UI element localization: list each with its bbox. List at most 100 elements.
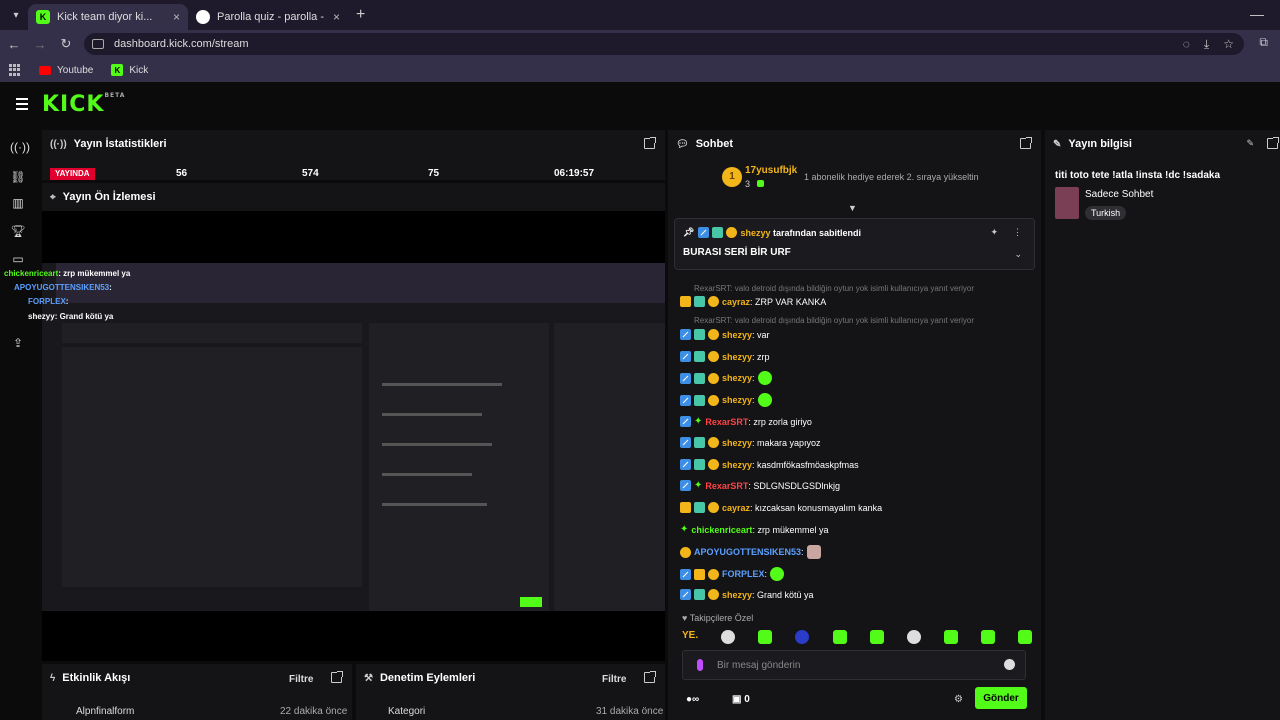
chat-username[interactable]: cayraz: [722, 297, 750, 307]
popout-icon[interactable]: [1020, 137, 1032, 149]
chat-message[interactable]: ✦ chickenriceart: zrp mükemmel ya: [680, 524, 828, 535]
more-options-icon[interactable]: ⋮: [1013, 227, 1022, 238]
chat-username[interactable]: cayraz: [722, 503, 750, 513]
chat-message[interactable]: ✦ RexarSRT: SDLGNSDLGSDlnkjg: [680, 480, 840, 491]
tab-parolla[interactable]: Parolla quiz - parolla - Kelime o ×: [188, 4, 348, 30]
kick-logo[interactable]: KICKBETA: [42, 92, 125, 117]
edit-pencil-icon[interactable]: ✎: [1246, 138, 1254, 149]
link-icon[interactable]: ⛓: [10, 170, 26, 186]
emote-icon[interactable]: [806, 545, 821, 559]
chat-username[interactable]: APOYUGOTTENSIKEN53: [694, 547, 801, 557]
emote-ye[interactable]: YE.: [682, 630, 698, 644]
popout-icon[interactable]: [644, 137, 656, 149]
collapse-chevron-icon[interactable]: ▼: [848, 203, 858, 213]
back-arrow-icon[interactable]: ←: [2, 37, 26, 52]
chat-message[interactable]: shezyy:: [680, 371, 772, 385]
chat-username[interactable]: shezyy: [722, 395, 752, 405]
chat-username[interactable]: shezyy: [722, 438, 752, 448]
emote-icon[interactable]: [980, 630, 995, 644]
popout-icon[interactable]: [331, 671, 343, 683]
minimize-button[interactable]: —: [1250, 6, 1264, 22]
chat-message[interactable]: cayraz: kızcaksan konusmayalım kanka: [680, 502, 882, 513]
chat-message[interactable]: shezyy: Grand kötü ya: [680, 589, 814, 600]
popout-icon[interactable]: [644, 671, 656, 683]
send-button[interactable]: Gönder: [975, 687, 1027, 709]
tab-search-icon[interactable]: ▾: [4, 3, 28, 27]
analytics-icon[interactable]: ▥: [10, 196, 26, 212]
chat-text: : kasdmfökasfmöaskpfmas: [752, 459, 859, 470]
tv-icon[interactable]: ▭: [10, 252, 26, 268]
chat-message[interactable]: APOYUGOTTENSIKEN53:: [680, 545, 821, 559]
preview-info: [554, 323, 665, 611]
emote-icon[interactable]: [757, 371, 772, 385]
download-icon[interactable]: ⤓: [1204, 37, 1209, 52]
hamburger-menu-icon[interactable]: [16, 98, 28, 113]
url-field[interactable]: dashboard.kick.com/stream ◌ ⤓ ☆: [84, 33, 1244, 55]
emote-icon[interactable]: [758, 630, 773, 644]
unpin-icon[interactable]: ✦: [990, 227, 998, 238]
chat-username[interactable]: RexarSRT: [705, 417, 748, 427]
bookmark-kick[interactable]: K Kick: [111, 64, 148, 76]
eye-off-icon[interactable]: ◌: [1183, 37, 1190, 52]
gift-leaderboard[interactable]: 1 17yusufbjk 3 1 abonelik hediye ederek …: [668, 162, 1041, 196]
chat-message[interactable]: ✦ RexarSRT: zrp zorla giriyo: [680, 416, 812, 427]
chat-settings-gear-icon[interactable]: ⚙: [954, 694, 963, 705]
reload-icon[interactable]: ↻: [54, 36, 78, 52]
close-tab-icon[interactable]: ×: [173, 10, 180, 24]
chat-message[interactable]: shezyy:: [680, 393, 772, 407]
chat-username[interactable]: shezyy: [722, 373, 752, 383]
stream-category[interactable]: Sadece Sohbet: [1085, 189, 1153, 200]
chat-username[interactable]: shezyy: [722, 590, 752, 600]
emote-icon[interactable]: [757, 393, 772, 407]
popout-icon[interactable]: [1267, 137, 1279, 149]
emoji-picker-icon[interactable]: [1004, 659, 1015, 670]
extensions-icon[interactable]: ⧉: [1259, 35, 1268, 50]
filter-button[interactable]: Filtre: [289, 674, 313, 685]
emote-icon[interactable]: [721, 630, 736, 644]
moderation-actions-panel: ⚒ Denetim Eylemleri Filtre Kategori 31 d…: [356, 664, 665, 720]
microphone-icon[interactable]: [697, 659, 703, 671]
stream-preview-video[interactable]: [42, 263, 665, 611]
chat-message[interactable]: shezyy: kasdmfökasfmöaskpfmas: [680, 459, 859, 470]
chat-username[interactable]: RexarSRT: [705, 481, 748, 491]
emote-icon[interactable]: [795, 630, 810, 644]
new-tab-button[interactable]: +: [356, 6, 365, 24]
forward-arrow-icon[interactable]: →: [28, 37, 52, 52]
chat-message[interactable]: shezyy: var: [680, 329, 770, 340]
upload-icon[interactable]: ⇪: [10, 336, 26, 352]
chat-message-input[interactable]: Bir mesaj gönderin: [682, 650, 1026, 680]
chat-username[interactable]: FORPLEX: [722, 569, 765, 579]
chat-username[interactable]: shezyy: [722, 330, 752, 340]
pinned-by-text: tarafından sabitlendi: [772, 227, 861, 238]
emote-icon[interactable]: [906, 630, 921, 644]
expand-chevron-icon[interactable]: ⌄: [1014, 249, 1022, 260]
gift-top-user: 17yusufbjk: [745, 165, 798, 176]
site-info-icon[interactable]: [92, 39, 104, 49]
pinned-by-user[interactable]: shezyy: [740, 228, 770, 238]
trophy-icon[interactable]: 🏆︎: [10, 224, 26, 240]
close-tab-icon[interactable]: ×: [333, 10, 340, 24]
chat-message[interactable]: shezyy: makara yapıyoz: [680, 437, 821, 448]
filter-button[interactable]: Filtre: [602, 674, 626, 685]
pinned-message[interactable]: 📌︎ shezyy tarafından sabitlendi BURASI S…: [674, 218, 1035, 270]
apps-grid-icon[interactable]: [9, 64, 21, 76]
emote-icon[interactable]: [770, 567, 785, 581]
emote-icon[interactable]: [943, 630, 958, 644]
tab-kick-dashboard[interactable]: K Kick team diyor ki... ×: [28, 4, 188, 30]
bookmark-star-icon[interactable]: ☆: [1223, 37, 1234, 52]
chat-username[interactable]: shezyy: [722, 460, 752, 470]
chat-username[interactable]: chickenriceart: [691, 525, 752, 535]
chat-text: : zrp zorla giriyo: [748, 416, 812, 427]
chat-username[interactable]: shezyy: [722, 352, 752, 362]
inventory-count[interactable]: ▣ 0: [732, 694, 750, 705]
chat-message[interactable]: cayraz: ZRP VAR KANKA: [680, 296, 826, 307]
chat-message[interactable]: shezyy: zrp: [680, 351, 770, 362]
broadcast-icon[interactable]: ((·)): [10, 140, 30, 156]
bookmark-youtube[interactable]: Youtube: [39, 65, 93, 76]
channel-points[interactable]: ●∞: [686, 694, 699, 705]
emote-icon[interactable]: [1017, 630, 1032, 644]
chat-message[interactable]: FORPLEX:: [680, 567, 785, 581]
emote-icon[interactable]: [869, 630, 884, 644]
emote-icon[interactable]: [832, 630, 847, 644]
chat-text: : var: [752, 329, 770, 340]
